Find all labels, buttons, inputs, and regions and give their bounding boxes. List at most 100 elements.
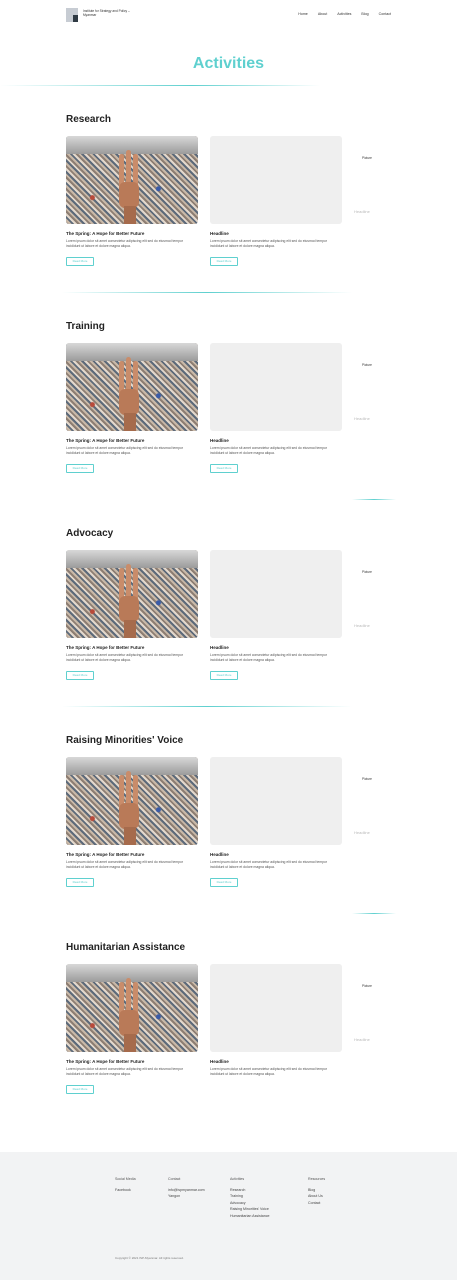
protest-photo[interactable] — [66, 136, 198, 224]
footer-link-about[interactable]: About Us — [308, 1193, 325, 1200]
image-placeholder[interactable] — [210, 550, 342, 638]
footer-heading: Resources — [308, 1177, 326, 1181]
site-header: Institute for Strategy and Policy – Myan… — [0, 0, 457, 32]
article-card[interactable]: Headline Lorem ipsum dolor sit amet cons… — [210, 757, 342, 888]
article-card[interactable]: The Spring: A Hope for Better Future Lor… — [66, 550, 198, 681]
three-finger-salute-icon — [119, 771, 139, 845]
section-minorities-voice: Raising Minorities' Voice The Spring: A … — [0, 735, 457, 935]
faded-card-headline: Headline — [354, 830, 370, 835]
logo-text[interactable]: Institute for Strategy and Policy – Myan… — [83, 9, 143, 17]
card-headline[interactable]: The Spring: A Hope for Better Future — [66, 1059, 198, 1064]
card-excerpt: Lorem ipsum dolor sit amet consectetur a… — [66, 239, 184, 248]
faded-card-headline: Headline — [354, 209, 370, 214]
card-excerpt: Lorem ipsum dolor sit amet consectetur a… — [210, 446, 328, 455]
read-more-button[interactable]: Read More — [66, 257, 94, 266]
nav-home[interactable]: Home — [298, 12, 308, 16]
title-underline — [0, 85, 320, 86]
article-card[interactable]: Headline Lorem ipsum dolor sit amet cons… — [210, 136, 342, 267]
protest-photo[interactable] — [66, 757, 198, 845]
article-card[interactable]: The Spring: A Hope for Better Future Lor… — [66, 343, 198, 474]
faded-card-headline: Headline — [354, 416, 370, 421]
footer-heading: Social Media — [115, 1177, 136, 1181]
card-excerpt: Lorem ipsum dolor sit amet consectetur a… — [210, 860, 328, 869]
section-advocacy: Advocacy The Spring: A Hope for Better F… — [0, 528, 457, 728]
section-title: Research — [66, 114, 112, 125]
protest-photo[interactable] — [66, 343, 198, 431]
section-divider — [352, 913, 396, 914]
article-card[interactable]: Headline Lorem ipsum dolor sit amet cons… — [210, 343, 342, 474]
article-card[interactable]: Headline Lorem ipsum dolor sit amet cons… — [210, 550, 342, 681]
section-title: Raising Minorities' Voice — [66, 735, 184, 746]
footer-contact: Contact info@ispmyanmar.com Yangon — [168, 1176, 205, 1200]
footer-heading: Activities — [230, 1177, 245, 1181]
footer-link-minorities-voice[interactable]: Raising Minorities' Voice — [230, 1206, 270, 1213]
section-title: Advocacy — [66, 528, 114, 539]
card-excerpt: Lorem ipsum dolor sit amet consectetur a… — [66, 446, 184, 455]
read-more-button[interactable]: Read More — [66, 1085, 94, 1094]
main-nav: Home About Activities Blog Contact — [298, 12, 391, 16]
footer-link-humanitarian[interactable]: Humanitarian Assistance — [230, 1213, 270, 1220]
card-headline[interactable]: Headline — [210, 852, 342, 857]
article-card[interactable]: Headline Lorem ipsum dolor sit amet cons… — [210, 964, 342, 1077]
section-divider — [352, 499, 396, 500]
read-more-button[interactable]: Read More — [66, 878, 94, 887]
image-placeholder[interactable] — [210, 136, 342, 224]
nav-activities[interactable]: Activities — [337, 12, 351, 16]
section-research: Research The Spring: A Hope for Better F… — [0, 114, 457, 314]
read-more-button[interactable]: Read More — [210, 464, 238, 473]
article-card[interactable]: The Spring: A Hope for Better Future Lor… — [66, 757, 198, 888]
read-more-button[interactable]: Read More — [210, 257, 238, 266]
footer-location: Yangon — [168, 1194, 181, 1198]
card-headline[interactable]: The Spring: A Hope for Better Future — [66, 231, 198, 236]
article-card[interactable]: The Spring: A Hope for Better Future Lor… — [66, 136, 198, 267]
card-excerpt: Lorem ipsum dolor sit amet consectetur a… — [210, 239, 328, 248]
section-divider — [62, 292, 352, 293]
section-title: Humanitarian Assistance — [66, 942, 186, 953]
footer-activities: Activities Research Training Advocacy Ra… — [230, 1176, 270, 1219]
card-headline[interactable]: The Spring: A Hope for Better Future — [66, 438, 198, 443]
faded-card-label: Picture — [362, 363, 372, 367]
section-training: Training The Spring: A Hope for Better F… — [0, 321, 457, 521]
faded-card-headline: Headline — [354, 1037, 370, 1042]
logo-icon[interactable] — [66, 8, 78, 22]
site-footer: Social Media Facebook Contact info@ispmy… — [0, 1152, 457, 1280]
card-headline[interactable]: Headline — [210, 645, 342, 650]
card-headline[interactable]: Headline — [210, 231, 342, 236]
read-more-button[interactable]: Read More — [210, 878, 238, 887]
protest-photo[interactable] — [66, 550, 198, 638]
three-finger-salute-icon — [119, 978, 139, 1052]
faded-card-label: Picture — [362, 156, 372, 160]
nav-contact[interactable]: Contact — [379, 12, 391, 16]
faded-card-label: Picture — [362, 984, 372, 988]
footer-resources: Resources Blog About Us Contact — [308, 1176, 325, 1206]
footer-social: Social Media Facebook — [115, 1176, 136, 1193]
three-finger-salute-icon — [119, 357, 139, 431]
faded-card-label: Picture — [362, 570, 372, 574]
footer-link-facebook[interactable]: Facebook — [115, 1187, 136, 1194]
section-title: Training — [66, 321, 105, 332]
copyright: Copyright © 2021 ISP-Myanmar. All rights… — [115, 1256, 184, 1260]
card-headline[interactable]: Headline — [210, 438, 342, 443]
image-placeholder[interactable] — [210, 757, 342, 845]
card-excerpt: Lorem ipsum dolor sit amet consectetur a… — [66, 860, 184, 869]
card-headline[interactable]: The Spring: A Hope for Better Future — [66, 645, 198, 650]
section-divider — [62, 706, 352, 707]
page-title: Activities — [192, 55, 265, 72]
image-placeholder[interactable] — [210, 343, 342, 431]
footer-link-contact[interactable]: Contact — [308, 1200, 325, 1207]
section-humanitarian-assistance: Humanitarian Assistance The Spring: A Ho… — [0, 942, 457, 1142]
read-more-button[interactable]: Read More — [210, 671, 238, 680]
read-more-button[interactable]: Read More — [66, 671, 94, 680]
faded-card-headline: Headline — [354, 623, 370, 628]
card-excerpt: Lorem ipsum dolor sit amet consectetur a… — [210, 653, 328, 662]
footer-heading: Contact — [168, 1177, 181, 1181]
read-more-button[interactable]: Read More — [66, 464, 94, 473]
card-headline[interactable]: The Spring: A Hope for Better Future — [66, 852, 198, 857]
card-headline[interactable]: Headline — [210, 1059, 342, 1064]
nav-about[interactable]: About — [318, 12, 327, 16]
protest-photo[interactable] — [66, 964, 198, 1052]
nav-blog[interactable]: Blog — [361, 12, 368, 16]
article-card[interactable]: The Spring: A Hope for Better Future Lor… — [66, 964, 198, 1095]
image-placeholder[interactable] — [210, 964, 342, 1052]
three-finger-salute-icon — [119, 150, 139, 224]
